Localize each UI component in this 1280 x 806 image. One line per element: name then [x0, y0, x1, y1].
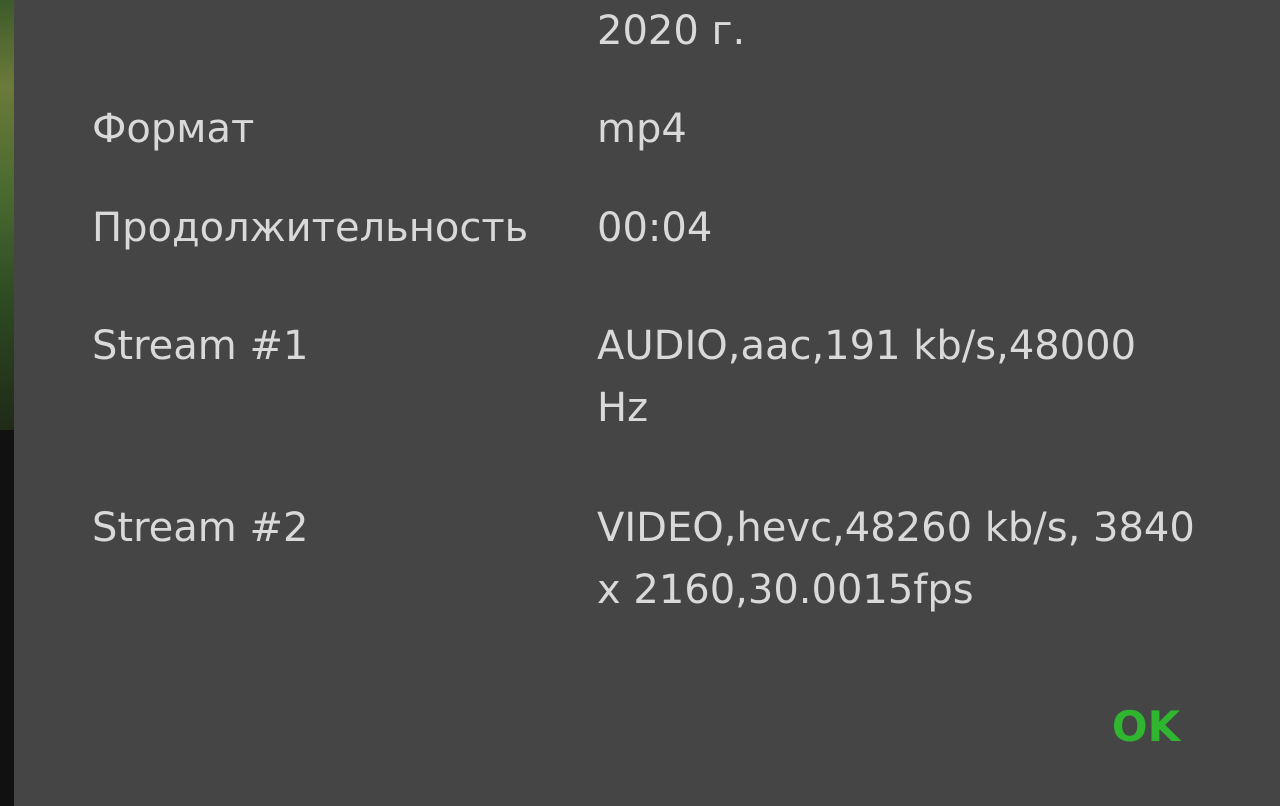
duration-label: Продолжительность: [92, 205, 529, 251]
date-value: 2020 г.: [597, 8, 746, 54]
stream-1-label: Stream #1: [92, 323, 309, 369]
format-label: Формат: [92, 106, 255, 152]
ok-button[interactable]: OK: [1096, 696, 1196, 758]
format-value: mp4: [597, 106, 687, 152]
duration-value: 00:04: [597, 205, 713, 251]
stream-2-label: Stream #2: [92, 505, 309, 551]
media-details-dialog: 2020 г. Формат mp4 Продолжительность 00:…: [14, 0, 1280, 806]
stream-1-value: AUDIO,aac,191 kb/s,48000 Hz: [597, 323, 1137, 431]
background-image-edge: [0, 0, 14, 430]
stream-2-value: VIDEO,hevc,48260 kb/s, 3840 x 2160,30.00…: [597, 505, 1195, 613]
